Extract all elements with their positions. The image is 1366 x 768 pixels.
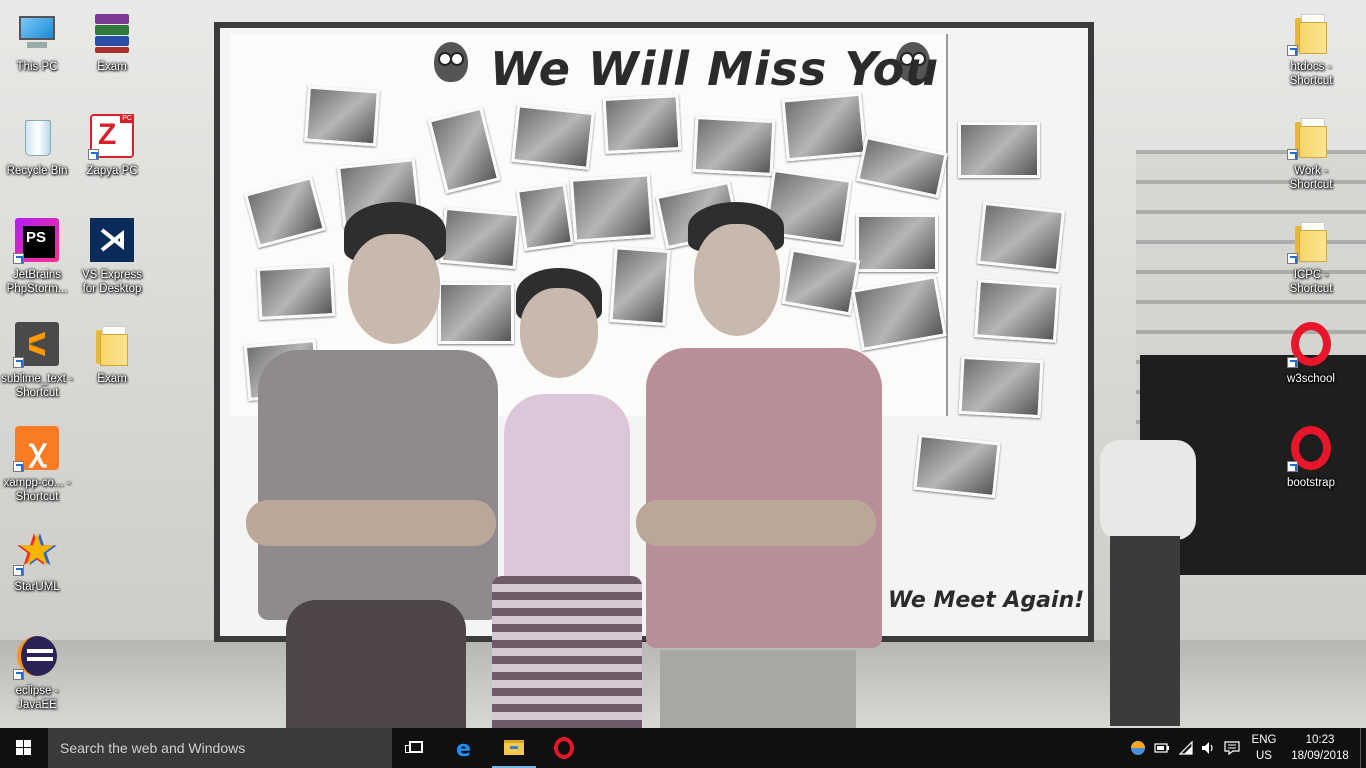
desktop-icon-label: bootstrap	[1287, 477, 1335, 489]
desktop-icon-exam-folder[interactable]: Exam	[75, 320, 149, 386]
desktop-icon-staruml[interactable]: ★ StarUML	[0, 528, 74, 594]
owl-graphic	[434, 42, 468, 82]
board-photo	[602, 94, 682, 154]
search-input[interactable]	[48, 728, 392, 768]
desktop-icon-recycle-bin[interactable]: Recycle Bin	[0, 112, 74, 178]
input-language-indicator[interactable]: ENG US	[1248, 732, 1280, 764]
desktop-icon-exam-archive[interactable]: Exam	[75, 8, 149, 74]
desktop-icon-label: xampp-co... - Shortcut	[3, 477, 71, 503]
taskbar: e ENG US 10:23 18/09/2018	[0, 728, 1366, 768]
recycle-bin-icon	[13, 112, 61, 160]
desktop-icon-label: htdocs - Shortcut	[1289, 61, 1333, 87]
board-photo	[304, 85, 380, 147]
taskbar-edge-button[interactable]: e	[442, 728, 490, 768]
action-center-icon[interactable]	[1224, 740, 1240, 756]
desktop-icon-label: w3school	[1287, 373, 1335, 385]
computer-icon	[13, 8, 61, 56]
folder-icon	[1287, 216, 1335, 264]
desktop-icon-label: VS Express for Desktop	[81, 269, 143, 295]
desktop-icon-this-pc[interactable]: This PC	[0, 8, 74, 74]
desktop-icon-phpstorm[interactable]: PS JetBrains PhpStorm...	[0, 216, 74, 296]
language-code: ENG	[1251, 734, 1277, 746]
board-photo	[974, 279, 1060, 343]
opera-icon	[1287, 424, 1335, 472]
desktop-icon-label: eclipse - JavaEE	[15, 685, 59, 711]
desktop-icon-zapya[interactable]: Z PC Zapya PC	[75, 112, 149, 178]
taskbar-clock[interactable]: 10:23 18/09/2018	[1284, 732, 1356, 764]
desktop-icon-label: This PC	[16, 61, 58, 73]
desktop-icon-bootstrap[interactable]: bootstrap	[1274, 424, 1348, 490]
board-photo	[913, 433, 1001, 499]
keyboard-layout: US	[1256, 750, 1272, 762]
clock-time: 10:23	[1305, 734, 1335, 746]
desktop-icon-w3school[interactable]: w3school	[1274, 320, 1348, 386]
desktop-icon-eclipse[interactable]: eclipse - JavaEE	[0, 632, 74, 712]
file-explorer-icon	[504, 740, 524, 755]
winrar-archive-icon	[88, 8, 136, 56]
sublime-text-icon	[13, 320, 61, 368]
zapya-icon: Z PC	[88, 112, 136, 160]
desktop-icon-label: Recycle Bin	[6, 165, 68, 177]
task-view-icon	[405, 741, 423, 753]
taskbar-file-explorer-button[interactable]	[490, 728, 538, 768]
wallpaper-person-background	[1100, 440, 1200, 728]
opera-icon	[1287, 320, 1335, 368]
desktop-icon-sublime-text[interactable]: sublime_text - Shortcut	[0, 320, 74, 400]
folder-icon	[1287, 112, 1335, 160]
start-button[interactable]	[0, 728, 48, 768]
desktop-icon-label: Work - Shortcut	[1289, 165, 1333, 191]
desktop-icon-label: StarUML	[14, 581, 60, 593]
desktop-icon-label: ICPC - Shortcut	[1289, 269, 1333, 295]
board-photo	[692, 115, 776, 177]
folder-icon	[88, 320, 136, 368]
battery-icon[interactable]	[1154, 740, 1170, 756]
desktop-icon-xampp[interactable]: ꭓ xampp-co... - Shortcut	[0, 424, 74, 504]
clock-date: 18/09/2018	[1291, 750, 1349, 762]
task-view-button[interactable]	[392, 728, 440, 768]
wifi-icon[interactable]	[1178, 740, 1194, 756]
desktop-icon-vs-express[interactable]: VS Express for Desktop	[75, 216, 149, 296]
desktop-icon-icpc[interactable]: ICPC - Shortcut	[1274, 216, 1348, 296]
folder-icon	[1287, 8, 1335, 56]
board-photo	[781, 92, 867, 162]
wallpaper-person-right	[636, 200, 886, 728]
desktop-wallpaper: We Will Miss You May We Meet Again!	[0, 0, 1366, 728]
board-photo	[958, 122, 1040, 178]
visual-studio-icon	[88, 216, 136, 264]
desktop-icon-label: sublime_text - Shortcut	[1, 373, 73, 399]
edge-icon: e	[456, 737, 471, 762]
desktop-icon-htdocs[interactable]: htdocs - Shortcut	[1274, 8, 1348, 88]
phpstorm-icon: PS	[13, 216, 61, 264]
staruml-icon: ★	[13, 528, 61, 576]
show-desktop-button[interactable]	[1360, 728, 1366, 768]
board-photo	[976, 201, 1066, 273]
desktop-icon-label: Exam	[97, 373, 127, 385]
board-photo	[511, 104, 595, 170]
eclipse-icon	[13, 632, 61, 680]
taskbar-opera-button[interactable]	[540, 728, 588, 768]
desktop-icon-label: Exam	[97, 61, 127, 73]
network-app-icon[interactable]	[1130, 740, 1146, 756]
volume-icon[interactable]	[1200, 740, 1216, 756]
desktop-icon-label: JetBrains PhpStorm...	[6, 269, 68, 295]
opera-icon	[554, 737, 574, 759]
board-banner-text: We Will Miss You	[490, 42, 940, 96]
board-photo	[515, 182, 575, 252]
windows-logo-icon	[16, 740, 32, 756]
desktop-icon-label: Zapya PC	[86, 165, 138, 177]
xampp-icon: ꭓ	[13, 424, 61, 472]
wallpaper-person-middle	[482, 266, 652, 728]
desktop-icon-work[interactable]: Work - Shortcut	[1274, 112, 1348, 192]
board-photo	[958, 355, 1044, 419]
taskbar-search-box[interactable]	[48, 728, 392, 768]
wallpaper-person-left	[236, 200, 506, 728]
